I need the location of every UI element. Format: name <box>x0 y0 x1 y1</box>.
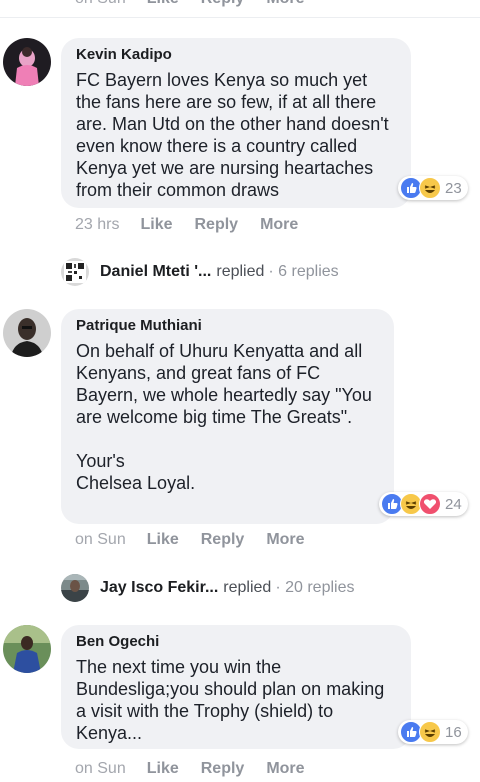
more-button[interactable]: More <box>266 0 304 8</box>
comment-text: On behalf of Uhuru Kenyatta and all Keny… <box>76 341 372 493</box>
reaction-summary[interactable]: 24 <box>379 492 468 516</box>
comment-text: The next time you win the Bundesliga;you… <box>76 657 390 743</box>
comment-author[interactable]: Ben Ogechi <box>76 633 396 651</box>
reply-button[interactable]: Reply <box>201 0 245 8</box>
comment-author[interactable]: Patrique Muthiani <box>76 317 379 335</box>
reply-button[interactable]: Reply <box>201 760 245 778</box>
comment-actions-partial: on Sun Like Reply More <box>75 0 327 8</box>
reply-button[interactable]: Reply <box>194 216 238 234</box>
reply-thread[interactable]: Daniel Mteti '... replied · 6 replies <box>61 258 339 286</box>
reaction-count: 23 <box>445 179 462 197</box>
comment-time: on Sun <box>75 760 126 777</box>
reply-verb: replied <box>216 263 265 280</box>
haha-icon <box>419 177 441 199</box>
reply-verb: replied <box>223 579 272 596</box>
reply-author[interactable]: Jay Isco Fekir... <box>100 579 218 597</box>
reply-count[interactable]: · 6 replies <box>268 263 338 281</box>
comment-actions: on Sun Like Reply More <box>75 760 327 778</box>
reply-count[interactable]: · 20 replies <box>275 579 354 597</box>
comment-time: on Sun <box>75 531 126 548</box>
comment-bubble: Kevin Kadipo FC Bayern loves Kenya so mu… <box>61 38 411 208</box>
comment-actions: 23 hrs Like Reply More <box>75 216 320 234</box>
reply-thread[interactable]: Jay Isco Fekir... replied · 20 replies <box>61 574 354 602</box>
comment-bubble: Ben Ogechi The next time you win the Bun… <box>61 625 411 749</box>
comment-bubble: Patrique Muthiani On behalf of Uhuru Ken… <box>61 309 394 524</box>
reaction-count: 16 <box>445 723 462 741</box>
avatar[interactable] <box>3 309 51 357</box>
comment-time: 23 hrs <box>75 216 120 233</box>
reaction-summary[interactable]: 16 <box>398 720 468 744</box>
more-button[interactable]: More <box>266 760 304 778</box>
comment-author[interactable]: Kevin Kadipo <box>76 46 396 64</box>
haha-icon <box>419 721 441 743</box>
comment-time: on Sun <box>75 0 126 8</box>
like-button[interactable]: Like <box>140 216 172 234</box>
comment-actions: on Sun Like Reply More <box>75 531 327 549</box>
reply-author[interactable]: Daniel Mteti '... <box>100 263 211 281</box>
reply-button[interactable]: Reply <box>201 531 245 549</box>
avatar <box>61 258 89 286</box>
reaction-summary[interactable]: 23 <box>398 176 468 200</box>
more-button[interactable]: More <box>266 531 304 549</box>
avatar[interactable] <box>3 38 51 86</box>
love-icon <box>419 493 441 515</box>
avatar[interactable] <box>3 625 51 673</box>
like-button[interactable]: Like <box>147 531 179 549</box>
divider <box>0 17 480 18</box>
avatar <box>61 574 89 602</box>
comment-text: FC Bayern loves Kenya so much yet the fa… <box>76 70 394 200</box>
reaction-count: 24 <box>445 495 462 513</box>
like-button[interactable]: Like <box>147 0 179 8</box>
like-button[interactable]: Like <box>147 760 179 778</box>
more-button[interactable]: More <box>260 216 298 234</box>
